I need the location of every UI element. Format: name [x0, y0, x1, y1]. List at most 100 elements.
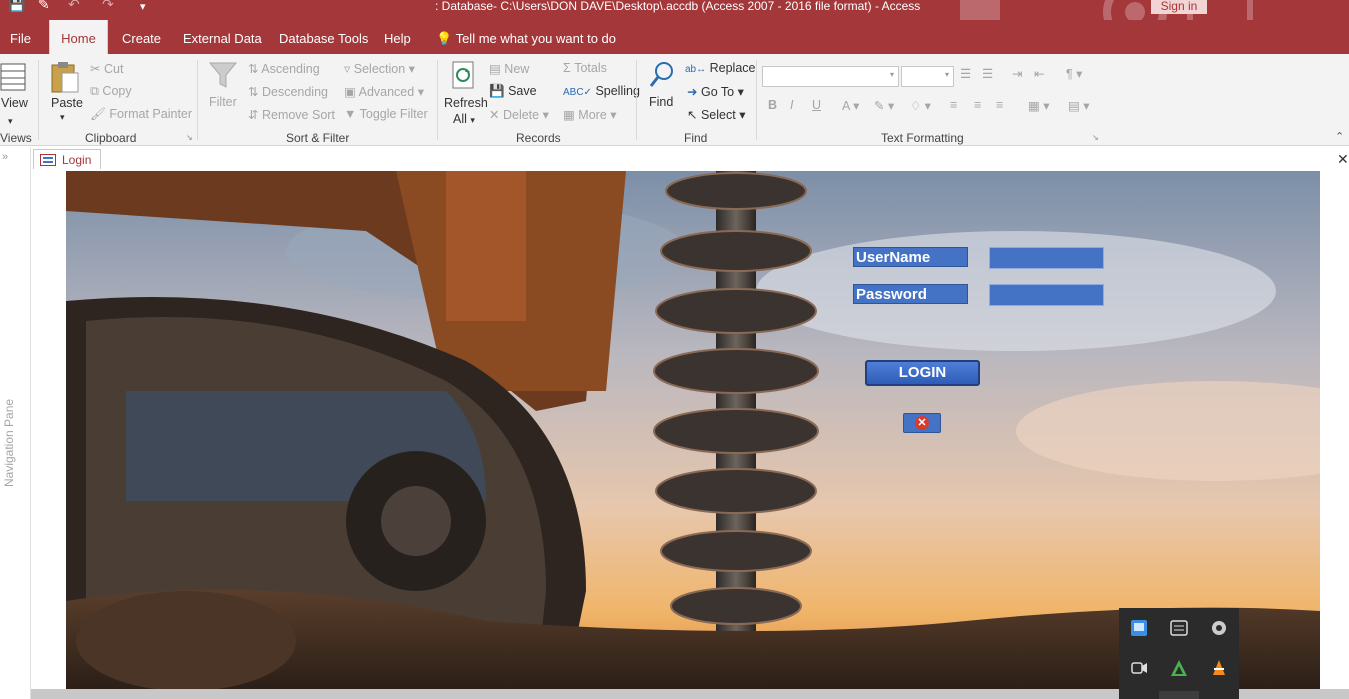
font-color-icon[interactable]: A ▾	[842, 98, 859, 113]
tab-home[interactable]: Home	[49, 20, 108, 54]
tab-login[interactable]: Login	[33, 149, 101, 169]
format-painter-button[interactable]: 🖌 Format Painter	[90, 107, 192, 122]
username-input[interactable]	[989, 247, 1104, 269]
tell-me-search[interactable]: 💡 Tell me what you want to do	[436, 20, 616, 54]
save-record-button[interactable]: 💾 Save	[489, 84, 537, 99]
sync-icon[interactable]	[1209, 618, 1229, 638]
new-record-icon: ▤	[489, 62, 501, 76]
more-icon: ▦	[563, 108, 575, 122]
bold-button[interactable]: B	[768, 98, 777, 112]
selection-button[interactable]: ▿ Selection ▾	[344, 61, 415, 76]
login-button[interactable]: LOGIN	[865, 360, 980, 386]
toggle-filter-button[interactable]: ▼ Toggle Filter	[344, 107, 428, 121]
find-button[interactable]	[648, 60, 676, 95]
close-circle-icon: ✕	[915, 416, 929, 430]
divider	[636, 60, 637, 140]
align-left-icon[interactable]: ≡	[950, 98, 957, 112]
delete-button[interactable]: ✕ Delete ▾	[489, 107, 549, 122]
select-button[interactable]: ↖ Select ▾	[687, 107, 745, 122]
paragraph-icon[interactable]: ¶ ▾	[1066, 66, 1082, 81]
more-button[interactable]: ▦ More ▾	[563, 107, 617, 122]
arrow-right-icon: ➜	[687, 85, 698, 99]
tab-database-tools[interactable]: Database Tools	[279, 20, 368, 54]
find-label: Find	[649, 95, 674, 109]
redo-icon[interactable]: ↷	[102, 0, 114, 13]
funnel-icon	[208, 62, 238, 88]
toggle-filter-label: Toggle Filter	[359, 107, 428, 121]
cancel-button[interactable]: ✕	[903, 413, 941, 433]
bullets-icon[interactable]: ☰	[960, 66, 971, 81]
vlc-icon[interactable]	[1209, 658, 1229, 678]
group-records-label: Records	[516, 131, 561, 145]
goto-button[interactable]: ➜ Go To ▾	[687, 84, 744, 99]
collapse-ribbon-icon[interactable]: ⌃	[1335, 130, 1344, 143]
save-icon: 💾	[489, 84, 505, 98]
chevron-down-icon[interactable]: ▾	[945, 70, 949, 79]
replace-button[interactable]: ab↔ Replace	[685, 61, 755, 75]
indent-increase-icon[interactable]: ⇥	[1012, 66, 1022, 81]
password-input[interactable]	[989, 284, 1104, 306]
alternate-row-icon[interactable]: ▤ ▾	[1068, 98, 1090, 113]
group-sort-filter-label: Sort & Filter	[286, 131, 350, 145]
new-record-button[interactable]: ▤ New	[489, 61, 529, 76]
brush-icon: 🖌	[90, 107, 106, 121]
gridlines-icon[interactable]: ▦ ▾	[1028, 98, 1050, 113]
font-size-select[interactable]: ▾	[901, 66, 954, 87]
fill-color-icon[interactable]: ♢ ▾	[910, 98, 931, 113]
ascending-button[interactable]: ⇅ Ascending	[248, 61, 320, 76]
dialog-launcher-icon[interactable]: ↘	[186, 133, 193, 142]
selection-label: Selection	[353, 62, 406, 76]
triangle-app-icon[interactable]	[1169, 658, 1189, 678]
tab-file[interactable]: File	[10, 20, 31, 54]
chevron-down-icon[interactable]: ▾	[470, 115, 475, 125]
save-icon[interactable]: 💾	[8, 0, 25, 13]
network-icon[interactable]	[1129, 618, 1149, 638]
tab-help[interactable]: Help	[384, 20, 411, 54]
filter-selection-icon: ▿	[344, 62, 351, 76]
refresh-label: Refresh	[444, 96, 488, 110]
advanced-filter-icon: ▣	[344, 85, 356, 99]
highlight-icon[interactable]: ✎ ▾	[874, 98, 894, 113]
clipboard-icon	[51, 62, 79, 93]
italic-button[interactable]: I	[790, 98, 793, 112]
remove-sort-button[interactable]: ⇵ Remove Sort	[248, 107, 335, 122]
cursor-icon: ↖	[687, 108, 698, 122]
chevron-down-icon[interactable]: ▾	[8, 116, 13, 127]
cut-button[interactable]: ✂ Cut	[90, 61, 123, 76]
chevron-down-icon[interactable]: ▾	[890, 70, 894, 79]
spelling-button[interactable]: ABC✓ Spelling	[563, 84, 640, 98]
form-view-icon[interactable]: ✎	[38, 0, 50, 13]
copy-button[interactable]: ⧉ Copy	[90, 84, 132, 99]
refresh-all-button[interactable]	[450, 60, 478, 95]
group-clipboard-label: Clipboard	[85, 131, 137, 145]
view-button[interactable]	[0, 62, 26, 95]
font-name-select[interactable]: ▾	[762, 66, 899, 87]
underline-button[interactable]: U	[812, 98, 821, 112]
undo-icon[interactable]: ↶	[68, 0, 80, 13]
customize-icon[interactable]: ▾	[140, 0, 146, 13]
paste-label: Paste	[51, 96, 83, 110]
indent-decrease-icon[interactable]: ⇤	[1034, 66, 1044, 81]
chevron-down-icon[interactable]: ▾	[60, 112, 65, 123]
filter-button[interactable]	[208, 60, 238, 93]
navigation-pane[interactable]: » Navigation Pane	[0, 147, 31, 699]
tab-create[interactable]: Create	[122, 20, 161, 54]
numbering-icon[interactable]: ☰	[982, 66, 993, 81]
doc-tab-label: Login	[62, 153, 92, 167]
advanced-button[interactable]: ▣ Advanced ▾	[344, 84, 424, 99]
descending-button[interactable]: ⇅ Descending	[248, 84, 328, 99]
align-center-icon[interactable]: ≡	[974, 98, 981, 112]
cut-label: Cut	[103, 62, 124, 76]
settings-icon[interactable]	[1169, 618, 1189, 638]
camera-icon[interactable]	[1129, 658, 1149, 678]
sign-in-button[interactable]: Sign in	[1151, 0, 1207, 14]
expand-chevron-icon[interactable]: »	[2, 151, 8, 163]
tab-external-data[interactable]: External Data	[183, 20, 262, 54]
align-right-icon[interactable]: ≡	[996, 98, 1003, 112]
sigma-icon: Σ	[563, 61, 571, 75]
dialog-launcher-icon[interactable]: ↘	[1092, 133, 1099, 142]
totals-button[interactable]: Σ Totals	[563, 61, 607, 75]
close-icon[interactable]: ✕	[1337, 151, 1349, 168]
datasheet-view-icon	[0, 63, 26, 91]
paste-button[interactable]	[50, 60, 80, 97]
